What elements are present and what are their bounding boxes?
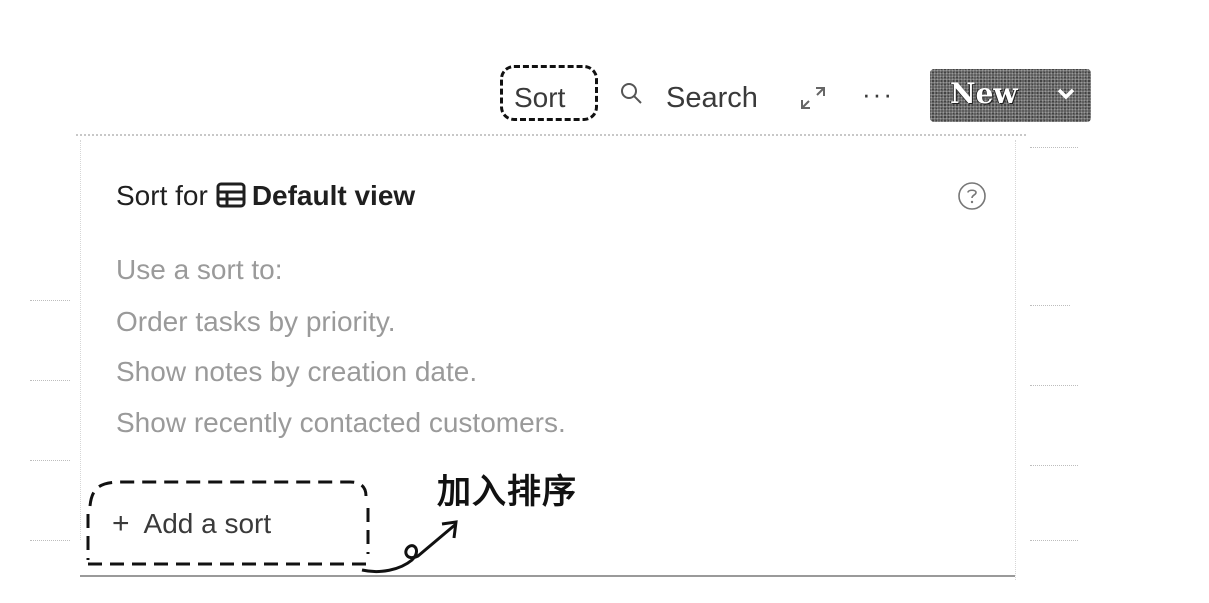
background-divider (30, 540, 70, 541)
add-sort-label: Add a sort (143, 508, 272, 539)
help-circle-icon[interactable] (956, 180, 988, 212)
background-divider (30, 460, 70, 461)
sort-hint-intro: Use a sort to: (116, 254, 283, 285)
more-options-button[interactable]: ··· (862, 74, 894, 114)
sort-hint-item: Show notes by creation date. (116, 356, 478, 387)
search-icon[interactable] (618, 80, 644, 108)
sort-hint-item: Order tasks by priority. (116, 306, 396, 337)
annotation-arrow-icon (361, 520, 458, 574)
add-sort-highlight: + Add a sort (82, 476, 372, 568)
popover-title-prefix: Sort for (116, 180, 208, 211)
background-divider (1030, 147, 1078, 148)
background-divider (1030, 385, 1078, 386)
table-icon (216, 182, 246, 208)
background-divider (30, 300, 70, 301)
background-divider (1030, 540, 1078, 541)
popover-right-border (1015, 140, 1016, 580)
sort-button[interactable]: Sort (514, 78, 565, 118)
background-divider (30, 380, 70, 381)
add-sort-button[interactable]: + Add a sort (112, 506, 271, 542)
annotation-label: 加入排序 (437, 473, 577, 511)
background-divider (1030, 305, 1070, 306)
popover-title: Sort for Default view (116, 178, 415, 214)
plus-icon: + (112, 507, 130, 540)
sort-hint-item: Show recently contacted customers. (116, 407, 566, 438)
popover-bottom-border (80, 575, 1015, 577)
sort-button-label: Sort (514, 82, 566, 113)
search-button[interactable]: Search (666, 78, 758, 118)
popover-top-border (76, 134, 1026, 136)
more-options-icon: ··· (862, 79, 894, 109)
view-name[interactable]: Default view (252, 180, 415, 211)
expand-icon[interactable] (798, 84, 828, 112)
new-button[interactable]: New (930, 69, 1091, 122)
popover-left-border (80, 140, 81, 540)
search-button-label: Search (666, 82, 758, 114)
chevron-down-icon[interactable] (1056, 87, 1076, 101)
background-divider (1030, 465, 1078, 466)
new-button-label: New (950, 77, 1018, 110)
